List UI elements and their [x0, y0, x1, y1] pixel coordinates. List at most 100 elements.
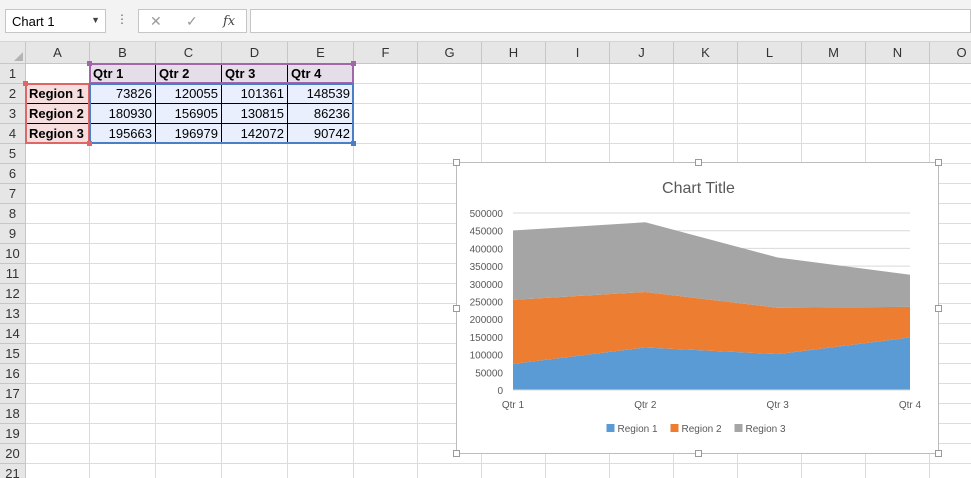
column-header-d[interactable]: D — [222, 42, 288, 64]
y-tick-label: 250000 — [470, 298, 504, 309]
row-header-14[interactable]: 14 — [0, 324, 26, 344]
column-header-e[interactable]: E — [288, 42, 354, 64]
row-header-19[interactable]: 19 — [0, 424, 26, 444]
y-tick-label: 150000 — [470, 333, 504, 344]
row-header-7[interactable]: 7 — [0, 184, 26, 204]
column-header-o[interactable]: O — [930, 42, 971, 64]
insert-function-icon[interactable]: fx — [223, 14, 235, 29]
x-tick-label: Qtr 1 — [502, 400, 525, 411]
y-tick-label: 50000 — [475, 368, 503, 379]
y-tick-label: 0 — [497, 386, 503, 397]
value-cell[interactable]: 196979 — [156, 124, 222, 144]
column-header-l[interactable]: L — [738, 42, 802, 64]
resize-handle[interactable] — [935, 305, 942, 312]
region-label-cell[interactable]: Region 3 — [26, 124, 90, 144]
y-tick-label: 500000 — [470, 209, 504, 220]
row-header-2[interactable]: 2 — [0, 84, 26, 104]
y-tick-label: 200000 — [470, 315, 504, 326]
value-cell[interactable]: 73826 — [90, 84, 156, 104]
legend-swatch — [606, 424, 615, 432]
resize-handle[interactable] — [453, 159, 460, 166]
column-header-i[interactable]: I — [546, 42, 610, 64]
value-cell[interactable]: 195663 — [90, 124, 156, 144]
row-header-18[interactable]: 18 — [0, 404, 26, 424]
chart-canvas: Chart Title 0 50000 100000 150000 200000 25000… — [470, 180, 922, 435]
formula-bar: Chart 1 ▼ ⋮ ✕ ✓ fx — [0, 0, 971, 42]
range-handle[interactable] — [87, 61, 92, 66]
row-header-20[interactable]: 20 — [0, 444, 26, 464]
value-cell[interactable]: 86236 — [288, 104, 354, 124]
name-box[interactable]: Chart 1 ▼ — [5, 9, 106, 33]
y-tick-label: 350000 — [470, 262, 504, 273]
more-options-icon[interactable]: ⋮ — [116, 12, 128, 26]
cancel-icon[interactable]: ✕ — [150, 13, 162, 30]
row-header-12[interactable]: 12 — [0, 284, 26, 304]
resize-handle[interactable] — [453, 450, 460, 457]
row-header-21[interactable]: 21 — [0, 464, 26, 478]
row-header-3[interactable]: 3 — [0, 104, 26, 124]
formula-buttons: ✕ ✓ fx — [138, 9, 247, 33]
column-header-f[interactable]: F — [354, 42, 418, 64]
value-cell[interactable]: 130815 — [222, 104, 288, 124]
row-header-5[interactable]: 5 — [0, 144, 26, 164]
select-all-corner[interactable] — [0, 42, 26, 64]
column-header-j[interactable]: J — [610, 42, 674, 64]
name-box-value: Chart 1 — [12, 14, 55, 29]
column-header-g[interactable]: G — [418, 42, 482, 64]
header-cell[interactable]: Qtr 3 — [222, 64, 288, 84]
resize-handle[interactable] — [453, 305, 460, 312]
row-header-13[interactable]: 13 — [0, 304, 26, 324]
range-handle[interactable] — [87, 141, 92, 146]
resize-handle[interactable] — [695, 159, 702, 166]
area-chart[interactable]: Chart Title 0 50000 100000 150000 200000 25000… — [453, 159, 942, 457]
area-series-3 — [513, 222, 910, 308]
chevron-down-icon[interactable]: ▼ — [91, 15, 100, 25]
row-header-15[interactable]: 15 — [0, 344, 26, 364]
value-cell[interactable]: 156905 — [156, 104, 222, 124]
resize-handle[interactable] — [935, 159, 942, 166]
row-header-17[interactable]: 17 — [0, 384, 26, 404]
value-cell[interactable]: 180930 — [90, 104, 156, 124]
chart-title: Chart Title — [662, 180, 735, 197]
legend-swatch — [734, 424, 743, 432]
enter-icon[interactable]: ✓ — [186, 13, 198, 30]
header-cell[interactable]: Qtr 4 — [288, 64, 354, 84]
row-header-8[interactable]: 8 — [0, 204, 26, 224]
column-header-b[interactable]: B — [90, 42, 156, 64]
legend-swatch — [670, 424, 679, 432]
column-header-c[interactable]: C — [156, 42, 222, 64]
value-cell[interactable]: 142072 — [222, 124, 288, 144]
legend-item: Region 3 — [746, 424, 786, 435]
x-tick-label: Qtr 3 — [767, 400, 790, 411]
region-label-cell[interactable]: Region 1 — [26, 84, 90, 104]
column-header-m[interactable]: M — [802, 42, 866, 64]
y-tick-label: 400000 — [470, 244, 504, 255]
row-header-4[interactable]: 4 — [0, 124, 26, 144]
region-label-cell[interactable]: Region 2 — [26, 104, 90, 124]
column-header-n[interactable]: N — [866, 42, 930, 64]
resize-handle[interactable] — [695, 450, 702, 457]
column-header-k[interactable]: K — [674, 42, 738, 64]
row-header-9[interactable]: 9 — [0, 224, 26, 244]
value-cell[interactable]: 90742 — [288, 124, 354, 144]
resize-handle[interactable] — [935, 450, 942, 457]
header-cell[interactable]: Qtr 2 — [156, 64, 222, 84]
y-tick-label: 100000 — [470, 351, 504, 362]
header-cell[interactable]: Qtr 1 — [90, 64, 156, 84]
legend-item: Region 2 — [682, 424, 722, 435]
x-tick-label: Qtr 2 — [634, 400, 657, 411]
column-header-h[interactable]: H — [482, 42, 546, 64]
value-cell[interactable]: 148539 — [288, 84, 354, 104]
formula-input[interactable] — [250, 9, 971, 33]
x-tick-label: Qtr 4 — [899, 400, 922, 411]
column-header-a[interactable]: A — [26, 42, 90, 64]
range-handle[interactable] — [351, 141, 356, 146]
row-header-11[interactable]: 11 — [0, 264, 26, 284]
range-handle[interactable] — [23, 81, 28, 86]
row-header-6[interactable]: 6 — [0, 164, 26, 184]
range-handle[interactable] — [351, 61, 356, 66]
row-header-16[interactable]: 16 — [0, 364, 26, 384]
value-cell[interactable]: 101361 — [222, 84, 288, 104]
value-cell[interactable]: 120055 — [156, 84, 222, 104]
row-header-10[interactable]: 10 — [0, 244, 26, 264]
